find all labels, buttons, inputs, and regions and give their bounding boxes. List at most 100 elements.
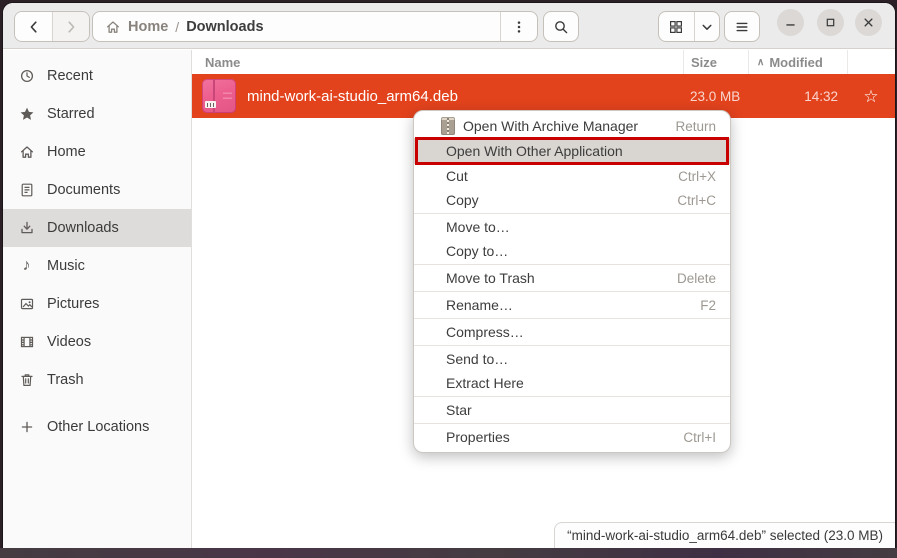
sidebar-item-downloads[interactable]: Downloads bbox=[3, 209, 191, 247]
menu-item-label: Cut bbox=[446, 168, 678, 184]
sort-ascending-icon: ∧ bbox=[757, 57, 764, 68]
hamburger-menu-icon bbox=[734, 19, 750, 35]
menu-item-label: Open With Archive Manager bbox=[463, 118, 675, 134]
column-header-size[interactable]: Size bbox=[683, 50, 748, 74]
maximize-button[interactable] bbox=[817, 9, 844, 36]
menu-item-move-to[interactable]: Move to… bbox=[414, 215, 730, 239]
sidebar-item-label: Pictures bbox=[47, 296, 99, 312]
column-header-modified-label: Modified bbox=[769, 55, 822, 70]
chevron-down-icon bbox=[699, 19, 715, 35]
back-button[interactable] bbox=[15, 12, 52, 41]
sidebar-item-starred[interactable]: Starred bbox=[3, 95, 191, 133]
menu-item-accelerator: F2 bbox=[700, 298, 716, 313]
sidebar-item-documents[interactable]: Documents bbox=[3, 171, 191, 209]
sidebar-item-music[interactable]: ♪Music bbox=[3, 247, 191, 285]
star-outline-icon: ☆ bbox=[863, 88, 878, 105]
headerbar: Home / Downloads bbox=[3, 3, 895, 49]
menu-item-copy-to[interactable]: Copy to… bbox=[414, 239, 730, 263]
desktop-background: Home / Downloads bbox=[0, 0, 897, 558]
maximize-icon bbox=[823, 15, 838, 30]
sidebar-item-label: Downloads bbox=[47, 220, 119, 236]
menu-item-compress[interactable]: Compress… bbox=[414, 320, 730, 344]
menu-item-accelerator: Ctrl+X bbox=[678, 169, 716, 184]
menu-item-copy[interactable]: CopyCtrl+C bbox=[414, 188, 730, 212]
sidebar-item-other-locations[interactable]: Other Locations bbox=[3, 408, 191, 446]
menu-item-accelerator: Delete bbox=[677, 271, 716, 286]
kebab-menu-icon bbox=[511, 19, 527, 35]
menu-item-label: Star bbox=[446, 402, 716, 418]
file-modified-time: 14:32 bbox=[748, 74, 847, 118]
archive-manager-icon bbox=[441, 117, 455, 135]
menu-separator bbox=[414, 213, 730, 214]
menu-item-open-with-other-application[interactable]: Open With Other Application bbox=[414, 138, 730, 164]
path-bar[interactable]: Home / Downloads bbox=[93, 12, 500, 41]
minimize-button[interactable] bbox=[777, 9, 804, 36]
grid-view-button[interactable] bbox=[659, 12, 695, 41]
sidebar-item-pictures[interactable]: Pictures bbox=[3, 285, 191, 323]
download-icon bbox=[18, 220, 35, 236]
document-icon bbox=[18, 182, 35, 198]
breadcrumb-current-folder[interactable]: Downloads bbox=[186, 19, 263, 35]
menu-item-extract-here[interactable]: Extract Here bbox=[414, 371, 730, 395]
column-header-name[interactable]: Name bbox=[192, 55, 683, 70]
home-icon bbox=[18, 144, 35, 160]
chevron-right-icon bbox=[63, 19, 79, 35]
sidebar-item-trash[interactable]: Trash bbox=[3, 361, 191, 399]
files-window: Home / Downloads bbox=[3, 3, 895, 548]
menu-item-send-to[interactable]: Send to… bbox=[414, 347, 730, 371]
path-options-button[interactable] bbox=[500, 12, 537, 41]
menu-item-accelerator: Ctrl+C bbox=[677, 193, 716, 208]
trash-icon bbox=[18, 372, 35, 388]
navigation-buttons bbox=[14, 11, 90, 42]
sidebar-item-videos[interactable]: Videos bbox=[3, 323, 191, 361]
menu-item-label: Send to… bbox=[446, 351, 716, 367]
status-bar: “mind-work-ai-studio_arm64.deb” selected… bbox=[554, 522, 895, 548]
close-icon bbox=[861, 15, 876, 30]
menu-separator bbox=[414, 345, 730, 346]
breadcrumb-home[interactable]: Home bbox=[128, 19, 168, 35]
menu-item-label: Extract Here bbox=[446, 375, 716, 391]
column-header-star bbox=[847, 50, 895, 74]
sidebar-item-label: Documents bbox=[47, 182, 120, 198]
plus-icon bbox=[18, 419, 35, 435]
menu-item-label: Copy to… bbox=[446, 243, 716, 259]
menu-item-cut[interactable]: CutCtrl+X bbox=[414, 164, 730, 188]
menu-item-properties[interactable]: PropertiesCtrl+I bbox=[414, 425, 730, 449]
star-toggle-button[interactable]: ☆ bbox=[847, 88, 895, 105]
music-note-icon: ♪ bbox=[18, 258, 35, 274]
home-icon bbox=[105, 19, 121, 35]
menu-item-rename[interactable]: Rename…F2 bbox=[414, 293, 730, 317]
star-icon bbox=[18, 106, 35, 122]
menu-item-star[interactable]: Star bbox=[414, 398, 730, 422]
breadcrumb-separator: / bbox=[175, 19, 179, 35]
menu-item-accelerator: Return bbox=[675, 119, 716, 134]
taskbar-strip bbox=[0, 548, 897, 558]
search-icon bbox=[553, 19, 569, 35]
menu-item-accelerator: Ctrl+I bbox=[683, 430, 716, 445]
main-menu-button[interactable] bbox=[724, 11, 760, 42]
view-options-button[interactable] bbox=[695, 12, 719, 41]
breadcrumb: Home / Downloads bbox=[92, 11, 538, 42]
clock-icon bbox=[18, 68, 35, 84]
sidebar-item-home[interactable]: Home bbox=[3, 133, 191, 171]
sidebar-item-label: Home bbox=[47, 144, 86, 160]
menu-item-label: Compress… bbox=[446, 324, 716, 340]
menu-item-label: Move to… bbox=[446, 219, 716, 235]
sidebar-item-label: Recent bbox=[47, 68, 93, 84]
status-bar-text: “mind-work-ai-studio_arm64.deb” selected… bbox=[567, 528, 883, 543]
menu-separator bbox=[414, 396, 730, 397]
forward-button[interactable] bbox=[52, 12, 89, 41]
menu-item-open-with-archive-manager[interactable]: Open With Archive ManagerReturn bbox=[414, 114, 730, 138]
menu-item-label: Move to Trash bbox=[446, 270, 677, 286]
context-menu: Open With Archive ManagerReturnOpen With… bbox=[413, 110, 731, 453]
close-button[interactable] bbox=[855, 9, 882, 36]
menu-item-label: Properties bbox=[446, 429, 683, 445]
sidebar-item-label: Other Locations bbox=[47, 419, 149, 435]
column-header-modified[interactable]: ∧ Modified bbox=[748, 50, 847, 74]
menu-item-move-to-trash[interactable]: Move to TrashDelete bbox=[414, 266, 730, 290]
sidebar-item-label: Videos bbox=[47, 334, 91, 350]
sidebar: Recent Starred Home Documents Downloads ♪Musi… bbox=[3, 50, 192, 548]
sidebar-item-recent[interactable]: Recent bbox=[3, 57, 191, 95]
minimize-icon bbox=[783, 15, 798, 30]
search-button[interactable] bbox=[543, 11, 579, 42]
